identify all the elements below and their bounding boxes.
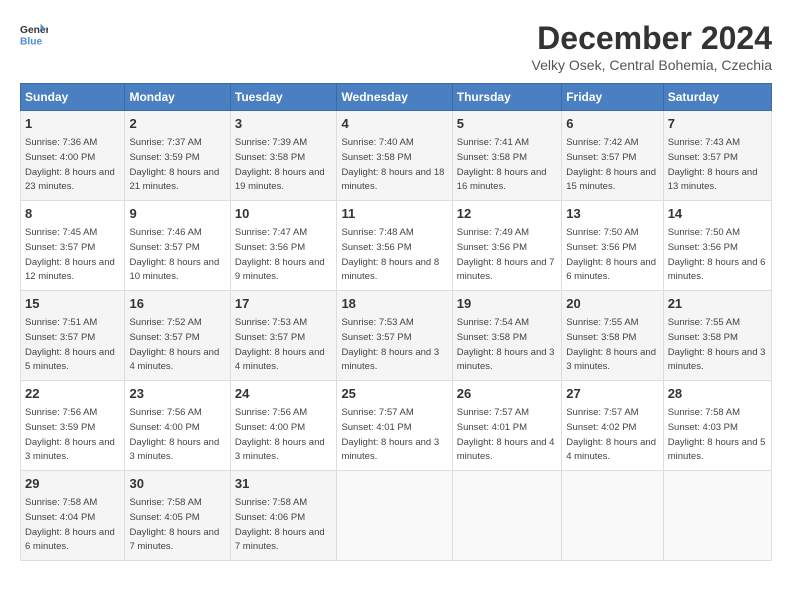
day-cell-26: 26 Sunrise: 7:57 AMSunset: 4:01 PMDaylig… bbox=[452, 381, 561, 471]
location: Velky Osek, Central Bohemia, Czechia bbox=[532, 57, 772, 73]
day-cell-30: 30 Sunrise: 7:58 AMSunset: 4:05 PMDaylig… bbox=[125, 471, 230, 561]
day-cell-2: 2 Sunrise: 7:37 AMSunset: 3:59 PMDayligh… bbox=[125, 111, 230, 201]
day-cell-24: 24 Sunrise: 7:56 AMSunset: 4:00 PMDaylig… bbox=[230, 381, 337, 471]
day-cell-6: 6 Sunrise: 7:42 AMSunset: 3:57 PMDayligh… bbox=[562, 111, 663, 201]
empty-cell-2 bbox=[452, 471, 561, 561]
week-row-3: 15 Sunrise: 7:51 AMSunset: 3:57 PMDaylig… bbox=[21, 291, 772, 381]
day-cell-29: 29 Sunrise: 7:58 AMSunset: 4:04 PMDaylig… bbox=[21, 471, 125, 561]
day-cell-17: 17 Sunrise: 7:53 AMSunset: 3:57 PMDaylig… bbox=[230, 291, 337, 381]
col-monday: Monday bbox=[125, 84, 230, 111]
logo: General Blue bbox=[20, 20, 48, 48]
logo-icon: General Blue bbox=[20, 20, 48, 48]
empty-cell-3 bbox=[562, 471, 663, 561]
day-cell-9: 9 Sunrise: 7:46 AMSunset: 3:57 PMDayligh… bbox=[125, 201, 230, 291]
col-tuesday: Tuesday bbox=[230, 84, 337, 111]
empty-cell-1 bbox=[337, 471, 452, 561]
title-area: December 2024 Velky Osek, Central Bohemi… bbox=[532, 20, 772, 73]
day-cell-21: 21 Sunrise: 7:55 AMSunset: 3:58 PMDaylig… bbox=[663, 291, 771, 381]
day-cell-12: 12 Sunrise: 7:49 AMSunset: 3:56 PMDaylig… bbox=[452, 201, 561, 291]
day-cell-31: 31 Sunrise: 7:58 AMSunset: 4:06 PMDaylig… bbox=[230, 471, 337, 561]
empty-cell-4 bbox=[663, 471, 771, 561]
col-sunday: Sunday bbox=[21, 84, 125, 111]
week-row-4: 22 Sunrise: 7:56 AMSunset: 3:59 PMDaylig… bbox=[21, 381, 772, 471]
svg-text:General: General bbox=[20, 25, 48, 36]
day-cell-11: 11 Sunrise: 7:48 AMSunset: 3:56 PMDaylig… bbox=[337, 201, 452, 291]
page-header: General Blue December 2024 Velky Osek, C… bbox=[20, 20, 772, 73]
col-wednesday: Wednesday bbox=[337, 84, 452, 111]
day-cell-5: 5 Sunrise: 7:41 AMSunset: 3:58 PMDayligh… bbox=[452, 111, 561, 201]
day-cell-27: 27 Sunrise: 7:57 AMSunset: 4:02 PMDaylig… bbox=[562, 381, 663, 471]
calendar-table: Sunday Monday Tuesday Wednesday Thursday… bbox=[20, 83, 772, 561]
day-cell-18: 18 Sunrise: 7:53 AMSunset: 3:57 PMDaylig… bbox=[337, 291, 452, 381]
week-row-2: 8 Sunrise: 7:45 AMSunset: 3:57 PMDayligh… bbox=[21, 201, 772, 291]
day-cell-19: 19 Sunrise: 7:54 AMSunset: 3:58 PMDaylig… bbox=[452, 291, 561, 381]
col-friday: Friday bbox=[562, 84, 663, 111]
svg-text:Blue: Blue bbox=[20, 36, 43, 47]
header-row: Sunday Monday Tuesday Wednesday Thursday… bbox=[21, 84, 772, 111]
day-cell-20: 20 Sunrise: 7:55 AMSunset: 3:58 PMDaylig… bbox=[562, 291, 663, 381]
day-cell-4: 4 Sunrise: 7:40 AMSunset: 3:58 PMDayligh… bbox=[337, 111, 452, 201]
day-cell-28: 28 Sunrise: 7:58 AMSunset: 4:03 PMDaylig… bbox=[663, 381, 771, 471]
col-saturday: Saturday bbox=[663, 84, 771, 111]
day-cell-1: 1 Sunrise: 7:36 AMSunset: 4:00 PMDayligh… bbox=[21, 111, 125, 201]
week-row-5: 29 Sunrise: 7:58 AMSunset: 4:04 PMDaylig… bbox=[21, 471, 772, 561]
day-cell-23: 23 Sunrise: 7:56 AMSunset: 4:00 PMDaylig… bbox=[125, 381, 230, 471]
day-cell-22: 22 Sunrise: 7:56 AMSunset: 3:59 PMDaylig… bbox=[21, 381, 125, 471]
day-cell-3: 3 Sunrise: 7:39 AMSunset: 3:58 PMDayligh… bbox=[230, 111, 337, 201]
day-cell-8: 8 Sunrise: 7:45 AMSunset: 3:57 PMDayligh… bbox=[21, 201, 125, 291]
month-title: December 2024 bbox=[532, 20, 772, 57]
day-cell-10: 10 Sunrise: 7:47 AMSunset: 3:56 PMDaylig… bbox=[230, 201, 337, 291]
col-thursday: Thursday bbox=[452, 84, 561, 111]
week-row-1: 1 Sunrise: 7:36 AMSunset: 4:00 PMDayligh… bbox=[21, 111, 772, 201]
day-cell-16: 16 Sunrise: 7:52 AMSunset: 3:57 PMDaylig… bbox=[125, 291, 230, 381]
day-cell-25: 25 Sunrise: 7:57 AMSunset: 4:01 PMDaylig… bbox=[337, 381, 452, 471]
day-cell-13: 13 Sunrise: 7:50 AMSunset: 3:56 PMDaylig… bbox=[562, 201, 663, 291]
day-cell-14: 14 Sunrise: 7:50 AMSunset: 3:56 PMDaylig… bbox=[663, 201, 771, 291]
day-cell-15: 15 Sunrise: 7:51 AMSunset: 3:57 PMDaylig… bbox=[21, 291, 125, 381]
day-cell-7: 7 Sunrise: 7:43 AMSunset: 3:57 PMDayligh… bbox=[663, 111, 771, 201]
